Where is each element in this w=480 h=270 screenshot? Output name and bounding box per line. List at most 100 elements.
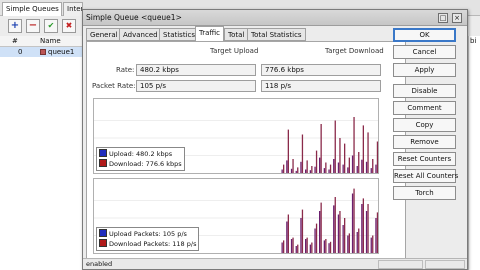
copy-button[interactable]: Copy <box>393 118 456 132</box>
rate-upload-bar <box>328 169 330 173</box>
packets-upload-bar <box>305 239 307 253</box>
cancel-button[interactable]: Cancel <box>393 45 456 59</box>
rate-upload-bar <box>370 168 372 173</box>
ok-button[interactable]: OK <box>393 28 456 42</box>
packets-upload-bar <box>290 239 293 253</box>
packets-download-bar <box>372 235 374 253</box>
packets-download-bar <box>306 237 308 253</box>
tab-general[interactable]: General <box>86 28 122 41</box>
tab-traffic[interactable]: Traffic <box>195 26 225 42</box>
apply-button[interactable]: Apply <box>393 63 456 77</box>
rate-download-bar <box>367 132 369 173</box>
title-bar[interactable]: Simple Queue <queue1> □ × <box>83 10 467 26</box>
packets-download-bar <box>311 242 313 253</box>
tab-advanced[interactable]: Advanced <box>119 28 162 41</box>
rate-upload-bar <box>281 169 283 173</box>
restore-icon[interactable]: □ <box>438 13 448 23</box>
column-index[interactable]: # <box>12 37 18 45</box>
traffic-rate-legend: Upload: 480.2 kbps Download: 776.6 kbps <box>96 147 185 171</box>
queue-list-header: # Name <box>0 36 82 47</box>
packets-upload-bar <box>337 214 340 253</box>
tab-simple-queues[interactable]: Simple Queues <box>2 2 62 16</box>
enable-icon[interactable]: ✔ <box>44 19 58 33</box>
row-name: queue1 <box>48 48 75 56</box>
packets-upload-bar <box>281 242 283 253</box>
rate-upload-bar <box>361 159 363 173</box>
rate-download-bar <box>339 138 341 173</box>
rate-upload-bar <box>337 162 340 173</box>
packets-download-bar <box>362 198 364 253</box>
packets-upload-bar <box>342 225 344 253</box>
tab-interfaces[interactable]: Interfa <box>63 2 83 16</box>
tab-statistics[interactable]: Statistics <box>159 28 199 41</box>
traffic-rate-graph: Upload: 480.2 kbps Download: 776.6 kbps <box>93 98 379 174</box>
torch-button[interactable]: Torch <box>393 186 456 200</box>
rate-upload-field: 480.2 kbps <box>136 64 256 76</box>
packets-download-bar <box>353 188 355 253</box>
table-row[interactable]: 0 queue1 <box>0 47 82 57</box>
packets-upload-bar <box>365 211 368 253</box>
reset-counters-button[interactable]: Reset Counters <box>393 152 456 166</box>
packets-upload-bar <box>370 237 372 253</box>
packets-upload-bar <box>333 205 335 253</box>
packets-upload-bar <box>347 235 349 253</box>
packets-download-bar <box>376 212 378 253</box>
rate-download-field: 776.6 kbps <box>261 64 381 76</box>
close-icon[interactable]: × <box>452 13 462 23</box>
background-right-column: bi <box>468 36 480 270</box>
packet-rate-graph: Upload Packets: 105 p/s Download Packets… <box>93 178 379 254</box>
packets-download-bar <box>329 241 332 253</box>
rate-download-bar <box>329 164 332 173</box>
rate-upload-bar <box>333 159 335 173</box>
column-name[interactable]: Name <box>40 37 61 45</box>
status-bar: enabled <box>83 258 467 269</box>
rate-download-bar <box>325 162 327 173</box>
download-swatch <box>99 159 107 167</box>
comment-button[interactable]: Comment <box>393 101 456 115</box>
status-text: enabled <box>86 260 113 268</box>
disable-button[interactable]: Disable <box>393 84 456 98</box>
packets-download-bar <box>315 223 318 253</box>
rate-download-bar <box>311 166 313 173</box>
download-packets-swatch <box>99 239 107 247</box>
packets-upload-bar <box>295 246 297 253</box>
packets-download-bar <box>283 240 285 253</box>
packet-rate-upload-field: 105 p/s <box>136 80 256 92</box>
rate-upload-bar <box>319 157 321 173</box>
rate-upload-bar <box>347 167 349 173</box>
packets-download-bar <box>334 197 336 253</box>
rate-download-bar <box>334 120 336 173</box>
disable-icon[interactable]: ✖ <box>62 19 76 33</box>
rate-download-bar <box>362 125 364 173</box>
legend-upload-packets: Upload Packets: 105 p/s <box>109 230 187 238</box>
rate-download-bar <box>292 159 294 173</box>
packets-upload-bar <box>309 244 311 253</box>
target-download-header: Target Download <box>325 47 384 55</box>
rate-upload-bar <box>305 169 307 173</box>
legend-download-packets: Download Packets: 118 p/s <box>109 240 197 248</box>
packets-download-bar <box>292 237 294 253</box>
legend-upload: Upload: 480.2 kbps <box>109 150 173 158</box>
packets-upload-bar <box>351 193 354 253</box>
rate-upload-bar <box>323 168 325 173</box>
packets-upload-bar <box>375 218 377 253</box>
reset-all-counters-button[interactable]: Reset All Counters <box>393 169 458 183</box>
rate-download-bar <box>344 143 346 173</box>
remove-button[interactable]: Remove <box>393 135 456 149</box>
packets-upload-bar <box>314 228 316 253</box>
tab-total[interactable]: Total <box>224 28 249 41</box>
status-segment <box>425 260 465 269</box>
packet-rate-download-field: 118 p/s <box>261 80 381 92</box>
tab-total-statistics[interactable]: Total Statistics <box>247 28 306 41</box>
rate-download-bar <box>297 167 299 173</box>
queue-icon <box>40 49 46 55</box>
remove-icon[interactable]: − <box>26 19 40 33</box>
rate-download-bar <box>306 160 308 173</box>
rate-download-bar <box>320 124 322 173</box>
rate-upload-bar <box>286 160 288 173</box>
packets-upload-bar <box>319 211 321 253</box>
add-icon[interactable]: + <box>8 19 22 33</box>
rate-upload-bar <box>351 155 354 173</box>
packets-download-bar <box>325 239 327 253</box>
packets-download-bar <box>358 228 360 253</box>
